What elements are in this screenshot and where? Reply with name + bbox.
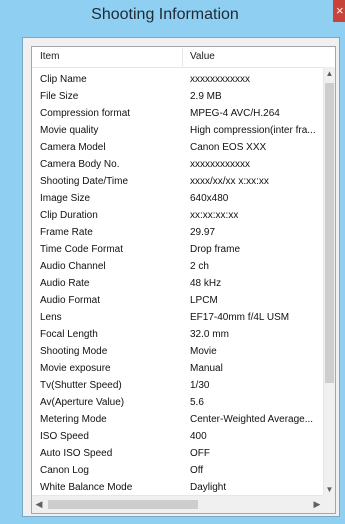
item-label: Focal Length bbox=[40, 329, 98, 340]
item-value: 29.97 bbox=[190, 227, 216, 238]
list-item[interactable]: ISO Speed 400 bbox=[32, 428, 324, 445]
list-item[interactable]: Movie quality High compression(inter fra.… bbox=[32, 122, 324, 139]
item-value: Center-Weighted Average... bbox=[190, 414, 314, 425]
item-value: 1/30 bbox=[190, 380, 210, 391]
list-item[interactable]: Compression format MPEG-4 AVC/H.264 bbox=[32, 105, 324, 122]
item-label: ISO Speed bbox=[40, 431, 89, 442]
shooting-info-window: Shooting Information × Item Value Clip N… bbox=[0, 0, 345, 524]
list-item[interactable]: Audio Rate 48 kHz bbox=[32, 275, 324, 292]
item-label: Lens bbox=[40, 312, 62, 323]
item-value: Drop frame bbox=[190, 244, 241, 255]
item-label: Clip Name bbox=[40, 74, 87, 85]
item-value: xxxxxxxxxxxx bbox=[190, 159, 250, 170]
window-title: Shooting Information bbox=[91, 6, 239, 23]
list-rows: Clip Name xxxxxxxxxxxx File Size 2.9 MB Comp… bbox=[32, 71, 324, 495]
scroll-left-icon[interactable]: ◀ bbox=[32, 496, 46, 513]
item-value: Canon EOS XXX bbox=[190, 142, 267, 153]
item-value: 32.0 mm bbox=[190, 329, 229, 340]
scroll-right-icon[interactable]: ▶ bbox=[310, 496, 324, 513]
item-label: White Balance Mode bbox=[40, 482, 133, 493]
item-label: File Size bbox=[40, 91, 79, 102]
item-value: Off bbox=[190, 465, 204, 476]
item-value: xxxxxxxxxxxx bbox=[190, 74, 250, 85]
item-value: xxxx/xx/xx x:xx:xx bbox=[190, 176, 269, 187]
item-value: LPCM bbox=[190, 295, 218, 306]
list-item[interactable]: Time Code Format Drop frame bbox=[32, 241, 324, 258]
item-value: Manual bbox=[190, 363, 223, 374]
item-value: 2.9 MB bbox=[190, 91, 222, 102]
item-label: Shooting Date/Time bbox=[40, 176, 129, 187]
scrollbar-corner bbox=[323, 495, 335, 513]
list-item[interactable]: Clip Duration xx:xx:xx:xx bbox=[32, 207, 324, 224]
list-item[interactable]: Shooting Mode Movie bbox=[32, 343, 324, 360]
item-label: Metering Mode bbox=[40, 414, 107, 425]
vertical-scrollbar[interactable]: ▲ ▼ bbox=[323, 67, 335, 497]
column-divider[interactable] bbox=[182, 48, 183, 66]
list-item[interactable]: Shooting Date/Time xxxx/xx/xx x:xx:xx bbox=[32, 173, 324, 190]
list-item[interactable]: Audio Format LPCM bbox=[32, 292, 324, 309]
title-bar[interactable]: Shooting Information × bbox=[0, 0, 345, 36]
close-button[interactable]: × bbox=[333, 0, 345, 22]
list-item[interactable]: Frame Rate 29.97 bbox=[32, 224, 324, 241]
list-header: Item Value bbox=[32, 47, 335, 68]
list-item[interactable]: Movie exposure Manual bbox=[32, 360, 324, 377]
list-item[interactable]: White Balance Mode Daylight bbox=[32, 479, 324, 495]
item-label: Clip Duration bbox=[40, 210, 98, 221]
item-label: Auto ISO Speed bbox=[40, 448, 113, 459]
item-value: High compression(inter fra... bbox=[190, 125, 316, 136]
item-label: Frame Rate bbox=[40, 227, 93, 238]
item-label: Audio Format bbox=[40, 295, 101, 306]
item-value: 2 ch bbox=[190, 261, 209, 272]
vertical-scroll-thumb[interactable] bbox=[325, 83, 334, 383]
list-item[interactable]: Focal Length 32.0 mm bbox=[32, 326, 324, 343]
item-label: Av(Aperture Value) bbox=[40, 397, 125, 408]
horizontal-scrollbar[interactable]: ◀ ▶ bbox=[32, 495, 324, 513]
item-value: EF17-40mm f/4L USM bbox=[190, 312, 290, 323]
list-item[interactable]: Camera Body No. xxxxxxxxxxxx bbox=[32, 156, 324, 173]
column-header-item[interactable]: Item bbox=[40, 47, 59, 67]
item-label: Image Size bbox=[40, 193, 91, 204]
item-value: OFF bbox=[190, 448, 210, 459]
item-label: Canon Log bbox=[40, 465, 89, 476]
column-header-value[interactable]: Value bbox=[190, 47, 215, 67]
list-item[interactable]: Auto ISO Speed OFF bbox=[32, 445, 324, 462]
dialog-client-area: Item Value Clip Name xxxxxxxxxxxx File Siz… bbox=[22, 37, 340, 517]
item-label: Movie exposure bbox=[40, 363, 111, 374]
item-label: Tv(Shutter Speed) bbox=[40, 380, 122, 391]
item-label: Movie quality bbox=[40, 125, 99, 136]
item-value: MPEG-4 AVC/H.264 bbox=[190, 108, 280, 119]
item-value: 48 kHz bbox=[190, 278, 222, 289]
list-item[interactable]: File Size 2.9 MB bbox=[32, 88, 324, 105]
item-label: Shooting Mode bbox=[40, 346, 108, 357]
item-value: Movie bbox=[190, 346, 217, 357]
item-value: 5.6 bbox=[190, 397, 204, 408]
list-item[interactable]: Metering Mode Center-Weighted Average... bbox=[32, 411, 324, 428]
list-item[interactable]: Tv(Shutter Speed) 1/30 bbox=[32, 377, 324, 394]
item-label: Time Code Format bbox=[40, 244, 123, 255]
info-list-view[interactable]: Item Value Clip Name xxxxxxxxxxxx File Siz… bbox=[31, 46, 336, 514]
item-value: 640x480 bbox=[190, 193, 229, 204]
list-item[interactable]: Image Size 640x480 bbox=[32, 190, 324, 207]
item-label: Audio Rate bbox=[40, 278, 90, 289]
item-label: Camera Model bbox=[40, 142, 106, 153]
item-label: Compression format bbox=[40, 108, 131, 119]
item-value: Daylight bbox=[190, 482, 227, 493]
list-item[interactable]: Canon Log Off bbox=[32, 462, 324, 479]
list-item[interactable]: Lens EF17-40mm f/4L USM bbox=[32, 309, 324, 326]
item-value: 400 bbox=[190, 431, 207, 442]
list-item[interactable]: Clip Name xxxxxxxxxxxx bbox=[32, 71, 324, 88]
list-item[interactable]: Camera Model Canon EOS XXX bbox=[32, 139, 324, 156]
list-item[interactable]: Av(Aperture Value) 5.6 bbox=[32, 394, 324, 411]
item-value: xx:xx:xx:xx bbox=[190, 210, 239, 221]
item-label: Camera Body No. bbox=[40, 159, 120, 170]
list-item[interactable]: Audio Channel 2 ch bbox=[32, 258, 324, 275]
item-label: Audio Channel bbox=[40, 261, 106, 272]
scroll-up-icon[interactable]: ▲ bbox=[324, 67, 335, 81]
horizontal-scroll-thumb[interactable] bbox=[48, 500, 198, 509]
